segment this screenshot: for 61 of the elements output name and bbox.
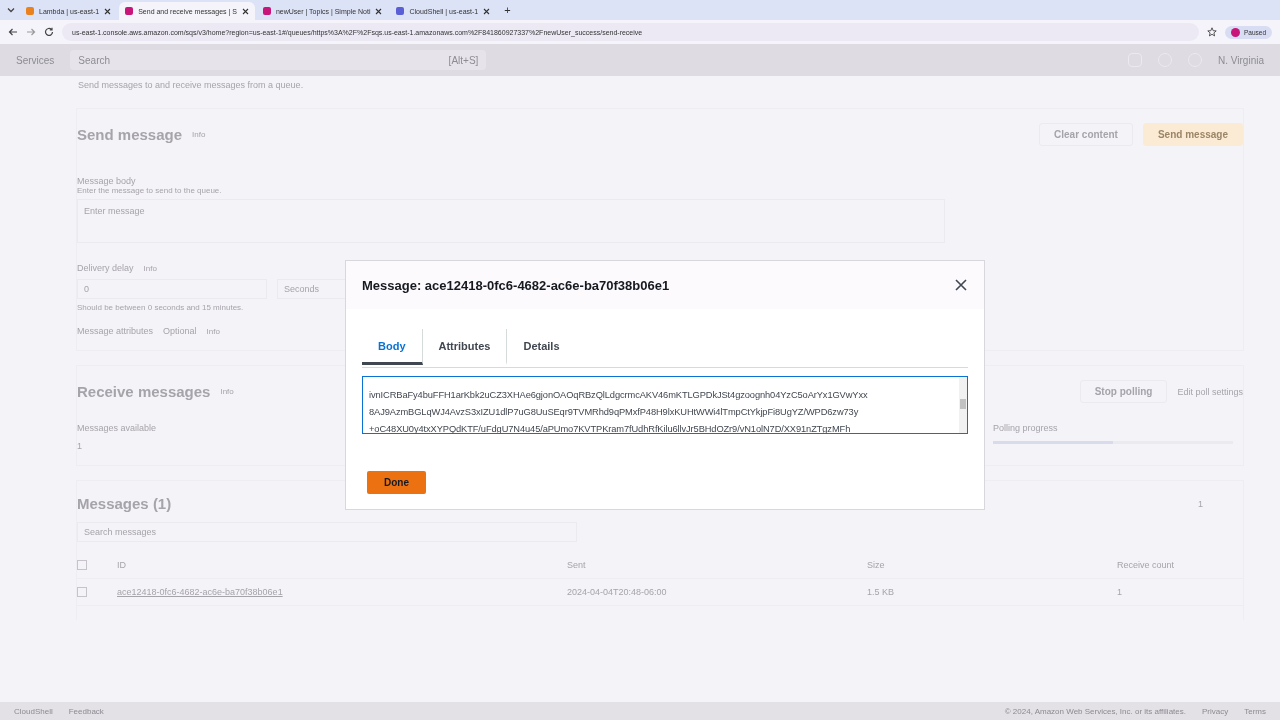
panel-title: Messages (1) — [77, 495, 172, 512]
column-header[interactable]: ID — [117, 560, 567, 570]
attributes-toggle[interactable]: Message attributes — [77, 326, 154, 336]
checkbox[interactable] — [77, 587, 87, 597]
dialog-tab[interactable]: Details — [507, 329, 576, 365]
message-body-field[interactable]: Enter message — [77, 199, 945, 243]
available-count: 1 — [77, 441, 83, 451]
edit-poll-settings-button[interactable]: Edit poll settings — [1177, 386, 1243, 397]
footer-link[interactable]: Terms — [1244, 706, 1266, 716]
done-button[interactable]: Done — [367, 471, 426, 494]
footer-link[interactable]: Privacy — [1202, 706, 1229, 716]
info-link[interactable]: Info — [220, 387, 234, 396]
field-hint: Should be between 0 seconds and 15 minutes. — [77, 303, 245, 312]
clear-content-button[interactable]: Clear content — [1039, 123, 1133, 146]
close-icon[interactable] — [104, 7, 112, 15]
close-button[interactable] — [954, 278, 968, 292]
delay-field[interactable]: 0 — [77, 279, 267, 299]
checkbox[interactable] — [77, 560, 87, 570]
page-description: Send messages to and receive messages from a queue. — [78, 80, 305, 90]
dialog-title: Message: ace12418-0fc6-4682-ac6e-ba70f38b06e1 — [362, 277, 670, 293]
column-header[interactable]: Size — [867, 560, 1117, 570]
column-header[interactable]: Sent — [567, 560, 867, 570]
close-icon[interactable] — [483, 7, 491, 15]
footer-link[interactable]: CloudShell — [14, 706, 53, 716]
field-hint: Enter the message to send to the queue. — [77, 186, 223, 195]
back-icon[interactable] — [8, 27, 18, 37]
reload-icon[interactable] — [44, 27, 54, 37]
page-number[interactable]: 1 — [1198, 498, 1203, 509]
info-link[interactable]: Info — [206, 326, 220, 336]
favicon-icon — [125, 7, 134, 15]
search-field[interactable]: Search [Alt+S] — [70, 50, 487, 70]
dialog-tab[interactable]: Attributes — [422, 329, 508, 365]
send-message-button[interactable]: Send message — [1142, 123, 1243, 146]
field-label: Delivery delay — [77, 263, 134, 273]
optional-label: Optional — [163, 326, 197, 336]
table-cell-text: 1 — [1117, 587, 1123, 597]
table-cell-text: 1.5 KB — [867, 587, 896, 597]
copyright-text: © 2024, Amazon Web Services, Inc. or its affiliates. — [1004, 706, 1186, 716]
close-icon[interactable] — [241, 7, 249, 15]
field-label: Polling progress — [993, 423, 1059, 433]
region-menu[interactable]: N. Virginia — [1218, 54, 1264, 66]
services-menu[interactable]: Services — [16, 54, 55, 66]
table-cell-text: 2024-04-04T20:48-06:00 — [567, 587, 668, 597]
new-tab-button[interactable]: + — [498, 4, 517, 16]
footer-link[interactable]: Feedback — [68, 706, 104, 716]
column-header[interactable]: Receive count — [1117, 560, 1247, 570]
favicon-icon — [262, 7, 271, 15]
dialog-tab[interactable]: Body — [362, 329, 423, 365]
stop-polling-button[interactable]: Stop polling — [1079, 380, 1168, 403]
close-icon[interactable] — [375, 7, 383, 15]
info-link[interactable]: Info — [192, 130, 206, 139]
favicon-icon — [396, 7, 405, 15]
panel-title: Receive messages — [77, 383, 211, 400]
search-messages-field[interactable]: Search messages — [77, 522, 577, 542]
star-icon[interactable] — [1206, 27, 1217, 37]
favicon-icon — [26, 7, 34, 15]
info-link[interactable]: Info — [143, 263, 157, 273]
message-id-link[interactable]: ace12418-0fc6-4682-ac6e-ba70f38b06e1 — [117, 587, 567, 597]
panel-title: Send message — [77, 126, 183, 143]
field-label: Messages available — [77, 423, 157, 433]
field-label: Message body — [77, 176, 137, 186]
